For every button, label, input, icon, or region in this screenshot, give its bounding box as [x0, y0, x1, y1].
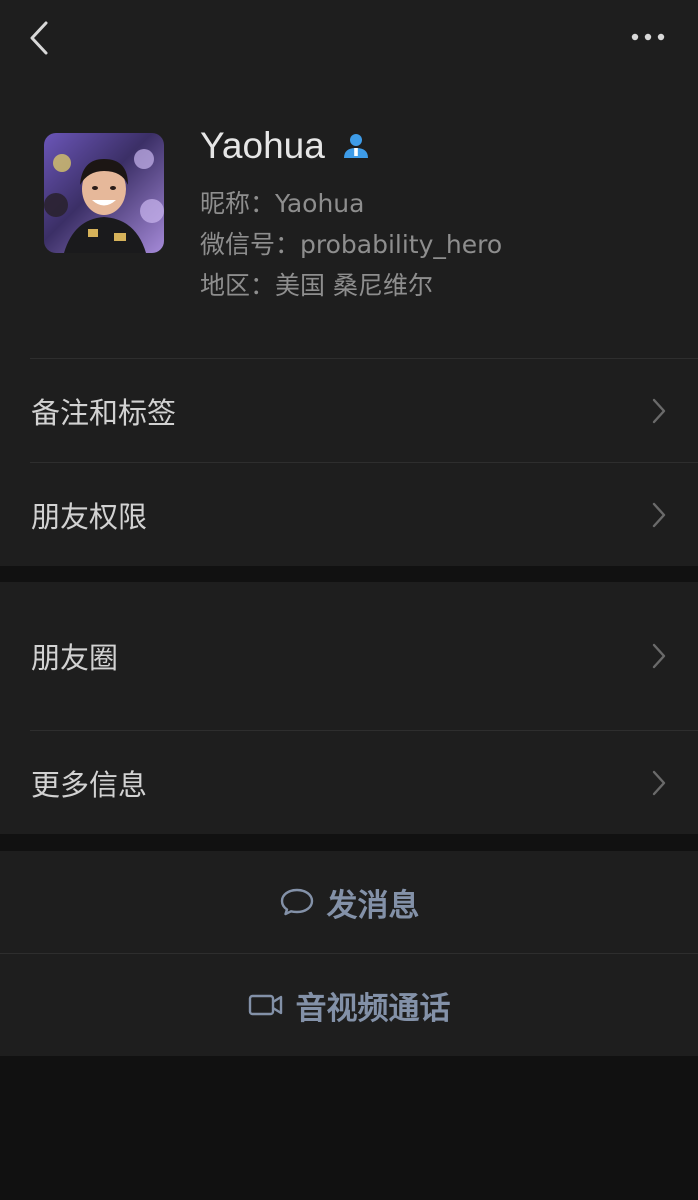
video-camera-icon — [248, 994, 282, 1016]
region-line: 地区：美国 桑尼维尔 — [200, 266, 433, 302]
send-message-button[interactable]: 发消息 — [0, 851, 698, 953]
remarks-tags-label: 备注和标签 — [31, 395, 177, 430]
settings-section: 备注和标签 朋友权限 — [0, 358, 698, 566]
chat-bubble-icon — [280, 888, 313, 916]
back-button[interactable] — [22, 16, 62, 60]
more-info-label: 更多信息 — [31, 767, 148, 802]
chevron-right-icon — [652, 770, 666, 795]
chevron-right-icon — [652, 502, 666, 527]
info-section: 朋友圈 更多信息 — [0, 582, 698, 834]
more-dots-icon — [631, 33, 665, 41]
avatar[interactable] — [44, 133, 164, 253]
wechat-id-line: 微信号：probability_hero — [200, 225, 502, 261]
wechat-id-value: probability_hero — [300, 230, 503, 259]
contact-person-icon — [343, 134, 368, 158]
chevron-right-icon — [652, 398, 666, 423]
name-row: Yaohua — [200, 122, 371, 170]
send-message-label: 发消息 — [326, 887, 420, 924]
chevron-left-icon — [30, 21, 48, 55]
friend-permissions-label: 朋友权限 — [31, 499, 148, 534]
more-info-row[interactable]: 更多信息 — [0, 731, 698, 834]
nickname-value: Yaohua — [275, 189, 365, 218]
avatar-photo — [44, 133, 164, 253]
nickname-line: 昵称：Yaohua — [200, 184, 364, 220]
top-navigation-bar — [0, 0, 698, 80]
wechat-id-label: 微信号： — [200, 230, 301, 259]
more-options-button[interactable] — [630, 22, 670, 52]
nickname-label: 昵称： — [200, 189, 276, 218]
profile-name: Yaohua — [200, 125, 325, 166]
region-value: 美国 桑尼维尔 — [275, 271, 433, 300]
region-label: 地区： — [200, 271, 276, 300]
remarks-tags-row[interactable]: 备注和标签 — [0, 359, 698, 462]
video-call-button[interactable]: 音视频通话 — [0, 954, 698, 1056]
moments-row[interactable]: 朋友圈 — [0, 582, 698, 730]
chevron-right-icon — [652, 643, 666, 669]
moments-label: 朋友圈 — [31, 641, 119, 675]
friend-permissions-row[interactable]: 朋友权限 — [0, 463, 698, 566]
video-call-label: 音视频通话 — [295, 990, 451, 1027]
profile-header: Yaohua 昵称：Yaohua 微信号：probability_hero 地区… — [0, 80, 698, 358]
